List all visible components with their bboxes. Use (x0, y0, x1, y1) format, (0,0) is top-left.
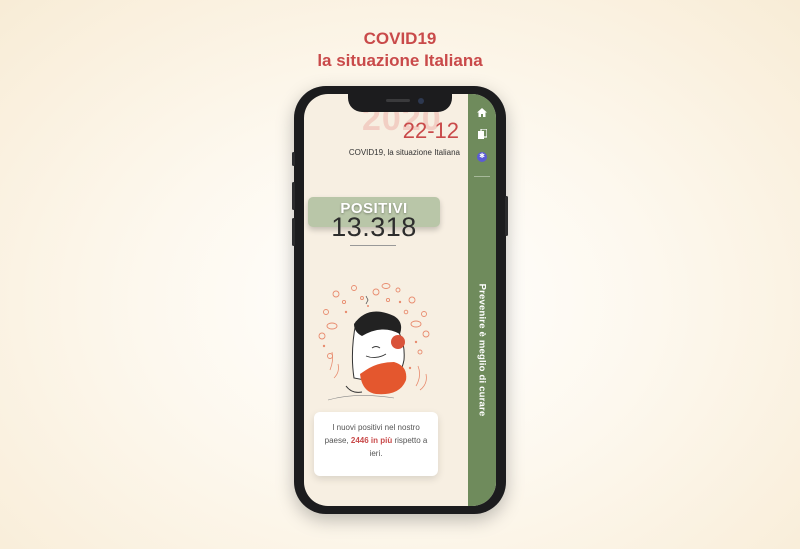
phone-power-button (505, 196, 508, 236)
info-card: I nuovi positivi nel nostro paese, 2446 … (314, 412, 438, 476)
page-title: COVID19 la situazione Italiana (0, 28, 800, 72)
front-camera (418, 98, 424, 104)
stat-underline (350, 245, 396, 246)
phone-screen: 2020 22-12 COVID19, la situazione Italia… (304, 94, 496, 506)
page-title-line2: la situazione Italiana (317, 51, 483, 70)
sidebar-slogan: Prevenire è meglio di curare (476, 283, 488, 417)
copy-icon[interactable] (468, 128, 496, 141)
sidebar-divider (474, 176, 490, 177)
current-date: 22-12 (402, 118, 459, 143)
app-subtitle: COVID19, la situazione Italiana (348, 148, 460, 157)
phone-volume-down (292, 218, 295, 246)
info-highlight: 2446 in più (350, 436, 393, 445)
accessibility-icon[interactable]: ✱ (477, 152, 487, 162)
main-content: 2020 22-12 COVID19, la situazione Italia… (304, 94, 468, 506)
home-icon[interactable] (468, 108, 496, 119)
sidebar: ✱ Prevenire è meglio di curare (468, 94, 496, 506)
phone-notch (348, 94, 452, 112)
sick-person-illustration (318, 283, 430, 401)
phone-volume-up (292, 182, 295, 210)
page-title-line1: COVID19 (363, 29, 437, 48)
stat-value: 13.318 (331, 212, 417, 242)
phone-mockup: 2020 22-12 COVID19, la situazione Italia… (292, 86, 508, 514)
phone-mute-switch (292, 152, 295, 166)
speaker-grille (386, 99, 410, 102)
